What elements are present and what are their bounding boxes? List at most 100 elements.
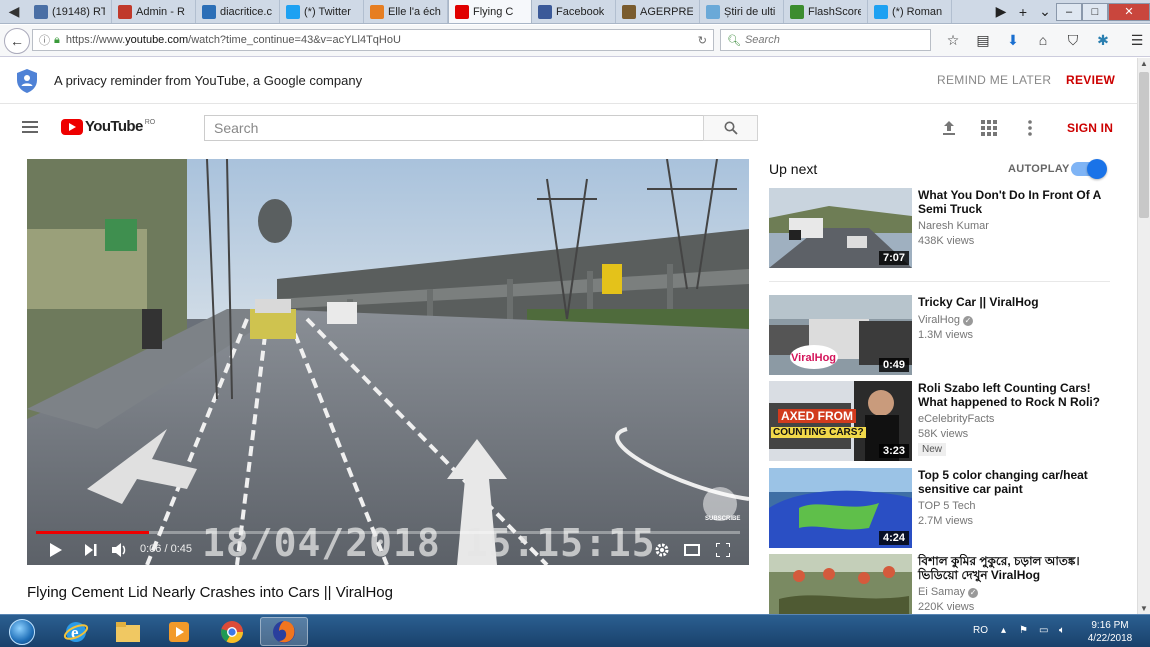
sign-in-button[interactable]: SIGN IN [1067, 121, 1113, 135]
browser-tab[interactable]: (*) Twitter [280, 0, 364, 23]
search-engine-icon[interactable]: 🔍︎ [727, 34, 741, 47]
url-bar[interactable]: ⓘ 🔒︎ https://www. youtube.com/watch?time_… [32, 29, 714, 51]
settings-button[interactable] [653, 541, 671, 559]
recommendation-views: 58K views [918, 428, 969, 440]
tab-scroll-right-button[interactable]: ▶ [990, 3, 1012, 20]
browser-tab[interactable]: Știri de ulti [700, 0, 784, 23]
system-clock[interactable]: 9:16 PM 4/22/2018 [1084, 619, 1136, 645]
duration-badge: 7:07 [878, 251, 909, 265]
info-icon[interactable]: ⓘ [39, 32, 50, 48]
apps-grid-icon[interactable] [980, 119, 998, 137]
action-center-flag-icon[interactable]: ⚑ [1019, 625, 1028, 636]
recommendation-views: 438K views [918, 235, 975, 247]
download-icon[interactable]: ⬇ [998, 29, 1028, 51]
tab-title: Elle l'a éch [388, 5, 441, 18]
recommendation-channel[interactable]: Ei Samay ✓ [918, 586, 979, 598]
taskbar-file-explorer[interactable] [104, 617, 152, 646]
recommendation-thumbnail[interactable]: 7:07 [769, 188, 912, 268]
tab-title: Știri de ulti [724, 5, 776, 18]
url-path: /watch?time_continue=43&v=acYLl4TqHoU [188, 34, 401, 46]
browser-tab[interactable]: AGERPRES [616, 0, 700, 23]
taskbar-firefox[interactable] [260, 617, 308, 646]
theater-mode-button[interactable] [683, 541, 701, 559]
youtube-logo[interactable]: YouTube RO [61, 118, 155, 135]
maximize-button[interactable]: □ [1082, 2, 1108, 21]
taskbar-chrome[interactable] [208, 617, 256, 646]
browser-tab[interactable]: Flying C [448, 0, 532, 23]
recommendation-thumbnail[interactable]: AXED FROM COUNTING CARS? 3:23 [769, 381, 912, 461]
recommendation-thumbnail[interactable]: 4:24 [769, 468, 912, 548]
recommendation-title[interactable]: What You Don't Do In Front Of A Semi Tru… [918, 188, 1108, 216]
language-indicator[interactable]: RO [973, 625, 988, 636]
recommendation-channel[interactable]: Naresh Kumar [918, 220, 989, 232]
new-tab-button[interactable]: + [1012, 4, 1034, 20]
search-button[interactable] [703, 115, 758, 141]
tab-list-menu-button[interactable]: ⌄ [1034, 3, 1056, 20]
home-icon[interactable]: ⌂ [1028, 29, 1058, 51]
recommendation-item[interactable]: 7:07 What You Don't Do In Front Of A Sem… [769, 188, 1114, 268]
guide-menu-icon[interactable] [22, 121, 38, 133]
scroll-down-arrow-icon[interactable]: ▼ [1140, 604, 1148, 613]
tab-scroll-left-button[interactable]: ◀ [0, 0, 28, 23]
recommendation-thumbnail[interactable]: ViralHog 0:49 [769, 295, 912, 375]
minimize-button[interactable]: – [1056, 2, 1082, 21]
browser-search-placeholder: Search [744, 34, 780, 46]
tab-favicon-icon [34, 4, 48, 19]
browser-tab[interactable]: FlashScore [784, 0, 868, 23]
clock-time: 9:16 PM [1091, 620, 1129, 631]
browser-tab[interactable]: (19148) RT [28, 0, 112, 23]
recommendation-title[interactable]: বিশাল কুমির পুকুরে, চড়াল আতঙ্ক। ভিডিয়ো… [918, 554, 1108, 582]
more-options-icon[interactable] [1021, 119, 1039, 137]
url-prefix: https://www. [65, 34, 126, 46]
recommendation-channel[interactable]: eCelebrityFacts [918, 413, 994, 425]
network-icon[interactable]: ▭ [1039, 625, 1048, 636]
recommendation-thumbnail[interactable] [769, 554, 912, 614]
bookmark-star-icon[interactable]: ☆ [938, 29, 968, 51]
next-button[interactable] [82, 541, 100, 559]
recommendation-item[interactable]: 4:24 Top 5 color changing car/heat sensi… [769, 468, 1114, 548]
progress-bar[interactable] [36, 531, 740, 534]
recommendation-title[interactable]: Tricky Car || ViralHog [918, 295, 1108, 309]
browser-tab[interactable]: diacritice.c [196, 0, 280, 23]
volume-tray-icon[interactable]: 🔈︎ [1059, 625, 1065, 636]
video-player[interactable]: SUBSCRIBE 18/04/2018 15:15:15 0:06 / 0:4… [27, 159, 749, 565]
play-button[interactable] [47, 541, 65, 559]
close-window-button[interactable]: ✕ [1108, 2, 1150, 21]
review-button[interactable]: REVIEW [1066, 73, 1115, 87]
browser-search-input[interactable]: 🔍︎ Search [720, 29, 931, 51]
remind-me-later-button[interactable]: REMIND ME LATER [937, 73, 1051, 87]
search-input[interactable]: Search [204, 115, 704, 141]
scrollbar-thumb[interactable] [1139, 72, 1149, 218]
up-next-label: Up next [769, 161, 818, 177]
browser-tab[interactable]: Facebook [532, 0, 616, 23]
gear-icon [655, 543, 669, 557]
recommendation-item[interactable]: বিশাল কুমির পুকুরে, চড়াল আতঙ্ক। ভিডিয়ো… [769, 554, 1114, 614]
scroll-up-arrow-icon[interactable]: ▲ [1140, 59, 1148, 68]
recommendation-title[interactable]: Roli Szabo left Counting Cars! What happ… [918, 381, 1108, 409]
page-scrollbar[interactable]: ▲ ▼ [1137, 58, 1150, 614]
dashcam-timestamp: 18/04/2018 15:15:15 [202, 521, 656, 565]
back-button[interactable]: ← [4, 27, 30, 54]
volume-button[interactable] [111, 541, 129, 559]
reload-icon[interactable]: ↻ [698, 34, 707, 47]
autoplay-toggle[interactable] [1071, 159, 1107, 179]
reading-list-icon[interactable]: ▤ [968, 29, 998, 51]
start-button[interactable] [2, 616, 42, 647]
recommendation-item[interactable]: AXED FROM COUNTING CARS? 3:23 Roli Szabo… [769, 381, 1114, 461]
recommendation-item[interactable]: ViralHog 0:49 Tricky Car || ViralHog Vir… [769, 295, 1114, 375]
extension-icon[interactable]: ✱ [1088, 29, 1118, 51]
fullscreen-button[interactable] [714, 541, 732, 559]
pocket-icon[interactable]: ⛉ [1058, 29, 1088, 51]
tab-favicon-icon [874, 4, 888, 19]
recommendation-channel[interactable]: ViralHog ✓ [918, 314, 973, 326]
show-hidden-icons[interactable]: ▴ [1001, 625, 1006, 636]
recommendation-channel[interactable]: TOP 5 Tech [918, 500, 975, 512]
browser-menu-icon[interactable]: ☰ [1122, 29, 1150, 51]
browser-tab[interactable]: (*) Roman [868, 0, 952, 23]
recommendation-title[interactable]: Top 5 color changing car/heat sensitive … [918, 468, 1108, 496]
browser-tab[interactable]: Elle l'a éch [364, 0, 448, 23]
taskbar-internet-explorer[interactable]: e [52, 617, 100, 646]
upload-icon[interactable] [940, 119, 958, 137]
browser-tab[interactable]: Admin - R [112, 0, 196, 23]
taskbar-media-player[interactable] [155, 617, 203, 646]
